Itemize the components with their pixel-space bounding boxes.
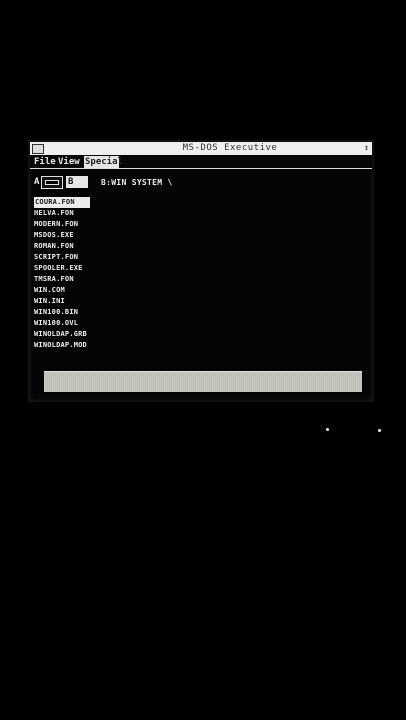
drive-a-icon[interactable] xyxy=(41,176,63,189)
drive-bar: A B B:WIN SYSTEM \ xyxy=(30,172,372,192)
file-item[interactable]: MODERN.FON xyxy=(34,219,114,230)
indicator-light-icon xyxy=(378,429,381,432)
menu-view[interactable]: View xyxy=(58,156,80,168)
current-path: B:WIN SYSTEM \ xyxy=(101,178,173,187)
size-box-icon[interactable]: ↕ xyxy=(362,143,371,153)
file-item[interactable]: WIN100.OVL xyxy=(34,318,114,329)
menu-bar: File View Special xyxy=(30,156,372,169)
file-item[interactable]: COURA.FON xyxy=(34,197,90,208)
menu-special[interactable]: Special xyxy=(84,156,123,168)
indicator-light-icon xyxy=(326,428,329,431)
file-item[interactable]: SPOOLER.EXE xyxy=(34,263,114,274)
file-item[interactable]: MSDOS.EXE xyxy=(34,230,114,241)
file-item[interactable]: WIN100.BIN xyxy=(34,307,114,318)
file-item[interactable]: ROMAN.FON xyxy=(34,241,114,252)
window-title: MS-DOS Executive xyxy=(182,143,278,153)
file-item[interactable]: SCRIPT.FON xyxy=(34,252,114,263)
file-item[interactable]: WINOLDAP.MOD xyxy=(34,340,114,351)
drive-a-label: A xyxy=(34,177,40,187)
window-title-bar[interactable]: MS-DOS Executive ↕ xyxy=(30,142,372,155)
file-item[interactable]: WIN.INI xyxy=(34,296,114,307)
drive-b-label: B xyxy=(68,177,74,187)
file-list: COURA.FON HELVA.FON MODERN.FON MSDOS.EXE… xyxy=(34,197,114,351)
system-menu-box-icon[interactable] xyxy=(32,144,44,154)
file-item[interactable]: WINOLDAP.GRB xyxy=(34,329,114,340)
floppy-slot-icon xyxy=(45,180,59,185)
file-item[interactable]: HELVA.FON xyxy=(34,208,114,219)
menu-file[interactable]: File xyxy=(34,156,56,168)
file-item[interactable]: WIN.COM xyxy=(34,285,114,296)
icon-area-bar xyxy=(44,371,362,392)
file-item[interactable]: TMSRA.FON xyxy=(34,274,114,285)
